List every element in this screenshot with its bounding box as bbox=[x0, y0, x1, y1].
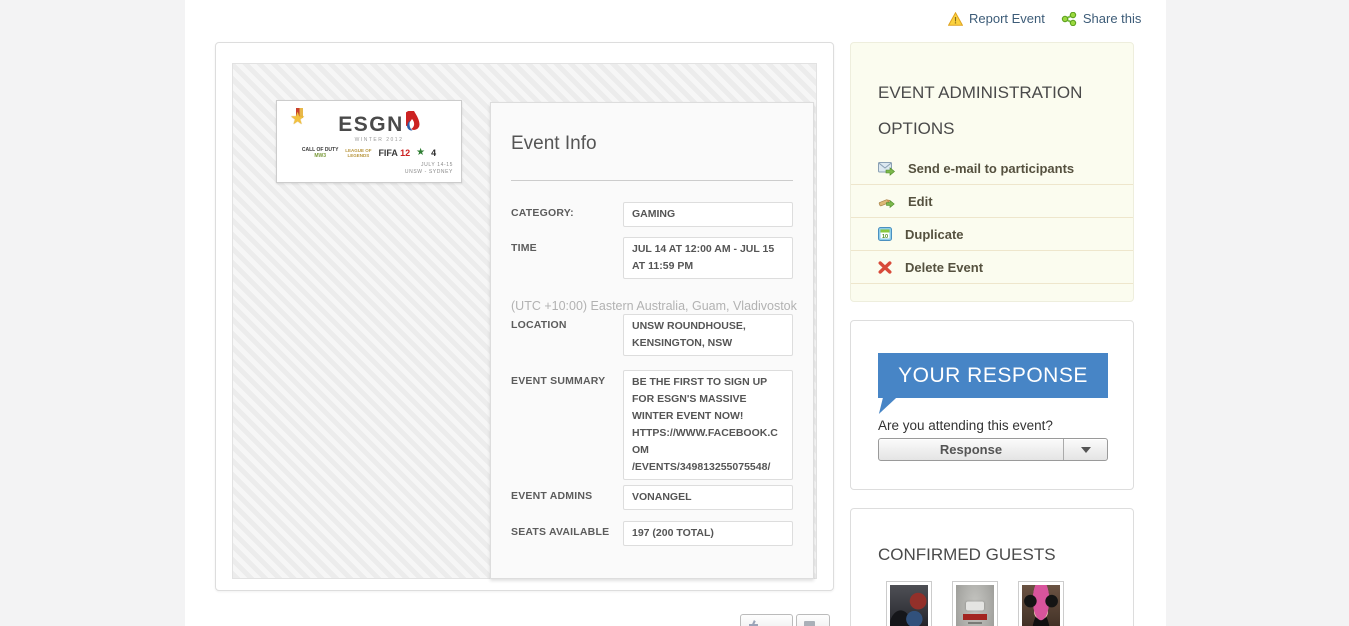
delete-event-label: Delete Event bbox=[905, 259, 984, 275]
divider bbox=[511, 180, 793, 181]
attending-question: Are you attending this event? bbox=[878, 418, 1053, 433]
logo-edition-text: WINTER 2012 bbox=[354, 137, 404, 143]
event-summary-label: EVENT SUMMARY bbox=[511, 375, 606, 387]
duplicate-calendar-icon: 10 bbox=[878, 227, 892, 241]
logo-brand-text: ESGN bbox=[338, 112, 404, 136]
confirmed-guests-heading: CONFIRMED GUESTS bbox=[878, 545, 1056, 564]
send-email-label: Send e-mail to participants bbox=[908, 160, 1075, 176]
warning-triangle-icon: ! bbox=[947, 11, 964, 26]
your-response-banner: YOUR RESPONSE bbox=[878, 353, 1108, 398]
banner-tail bbox=[878, 397, 898, 414]
svg-text:10: 10 bbox=[882, 234, 888, 240]
email-icon bbox=[878, 161, 895, 176]
top-action-links: ! Report Event Share this bbox=[947, 11, 1142, 26]
share-count-button[interactable] bbox=[796, 614, 830, 626]
guest-avatar-1[interactable] bbox=[886, 581, 932, 626]
logo-game-titles: CALL OF DUTY MW3 LEAGUE OF LEGENDS FIFA 1… bbox=[301, 147, 437, 159]
category-value: GAMING bbox=[623, 202, 793, 227]
location-value: UNSW ROUNDHOUSE, KENSINGTON, NSW bbox=[623, 314, 793, 356]
report-event-link[interactable]: ! Report Event bbox=[947, 11, 1045, 26]
admin-panel-heading: EVENT ADMINISTRATION OPTIONS bbox=[878, 83, 1083, 138]
delete-x-icon bbox=[878, 260, 892, 274]
report-event-label: Report Event bbox=[969, 11, 1045, 26]
event-info-title: Event Info bbox=[511, 133, 597, 154]
location-label: LOCATION bbox=[511, 319, 567, 331]
seats-available-value: 197 (200 TOTAL) bbox=[623, 521, 793, 546]
guest-avatar-3[interactable] bbox=[1018, 581, 1064, 626]
thumb-up-icon bbox=[749, 620, 758, 626]
timezone-note: (UTC +10:00) Eastern Australia, Guam, Vl… bbox=[511, 299, 797, 313]
confirmed-guests-panel: CONFIRMED GUESTS bbox=[850, 508, 1134, 626]
medal-icon: ★ bbox=[290, 108, 306, 128]
edit-pencil-icon bbox=[878, 194, 895, 209]
event-admins-value: VONANGEL bbox=[623, 485, 793, 510]
duplicate-option[interactable]: 10 Duplicate bbox=[851, 218, 1133, 251]
share-this-link[interactable]: Share this bbox=[1061, 11, 1142, 26]
green-star-icon: ★ bbox=[416, 147, 426, 158]
edit-option[interactable]: Edit bbox=[851, 185, 1133, 218]
event-header-hatched-area: ★ ESGN WINTER 2012 CALL OF DUTY MW3 LEAGU… bbox=[232, 63, 817, 579]
event-admins-label: EVENT ADMINS bbox=[511, 490, 593, 502]
response-dropdown-label: Response bbox=[939, 442, 1003, 457]
time-value: JUL 14 AT 12:00 AM - JUL 15 AT 11:59 PM bbox=[623, 237, 793, 279]
edit-label: Edit bbox=[908, 193, 933, 209]
category-label: CATEGORY: bbox=[511, 207, 574, 219]
widget-icon bbox=[804, 621, 815, 626]
guest-avatar-image bbox=[890, 585, 928, 626]
guest-avatar-image bbox=[1022, 585, 1060, 626]
dropdown-caret-segment[interactable] bbox=[1063, 439, 1107, 460]
event-logo-image: ★ ESGN WINTER 2012 CALL OF DUTY MW3 LEAGU… bbox=[276, 100, 462, 183]
guest-avatar-image bbox=[956, 585, 994, 626]
svg-text:!: ! bbox=[954, 15, 957, 25]
flame-logo-icon bbox=[402, 110, 420, 138]
duplicate-label: Duplicate bbox=[905, 226, 964, 242]
event-summary-value: BE THE FIRST TO SIGN UP FOR ESGN'S MASSI… bbox=[623, 370, 793, 480]
delete-event-option[interactable]: Delete Event bbox=[851, 251, 1133, 284]
admin-options-list: Send e-mail to participants Edit 10 Dupl… bbox=[851, 152, 1133, 284]
event-card: ★ ESGN WINTER 2012 CALL OF DUTY MW3 LEAGU… bbox=[215, 42, 834, 591]
event-page: ! Report Event Share this ★ ESGN WINTER … bbox=[0, 0, 1349, 626]
event-administration-panel: EVENT ADMINISTRATION OPTIONS Send e-mail… bbox=[850, 42, 1134, 302]
response-dropdown[interactable]: Response bbox=[878, 438, 1108, 461]
chevron-down-icon bbox=[1080, 446, 1091, 453]
event-info-panel: Event Info CATEGORY: GAMING TIME JUL 14 … bbox=[490, 102, 814, 579]
logo-date-text: JULY 14-15 UNSW - SYDNEY bbox=[404, 162, 453, 175]
time-label: TIME bbox=[511, 242, 537, 254]
like-button[interactable] bbox=[740, 614, 793, 626]
seats-available-label: SEATS AVAILABLE bbox=[511, 526, 610, 538]
share-icon bbox=[1061, 11, 1077, 26]
your-response-panel: YOUR RESPONSE Are you attending this eve… bbox=[850, 320, 1134, 490]
send-email-option[interactable]: Send e-mail to participants bbox=[851, 152, 1133, 185]
share-this-label: Share this bbox=[1082, 11, 1142, 26]
guest-avatar-2[interactable] bbox=[952, 581, 998, 626]
